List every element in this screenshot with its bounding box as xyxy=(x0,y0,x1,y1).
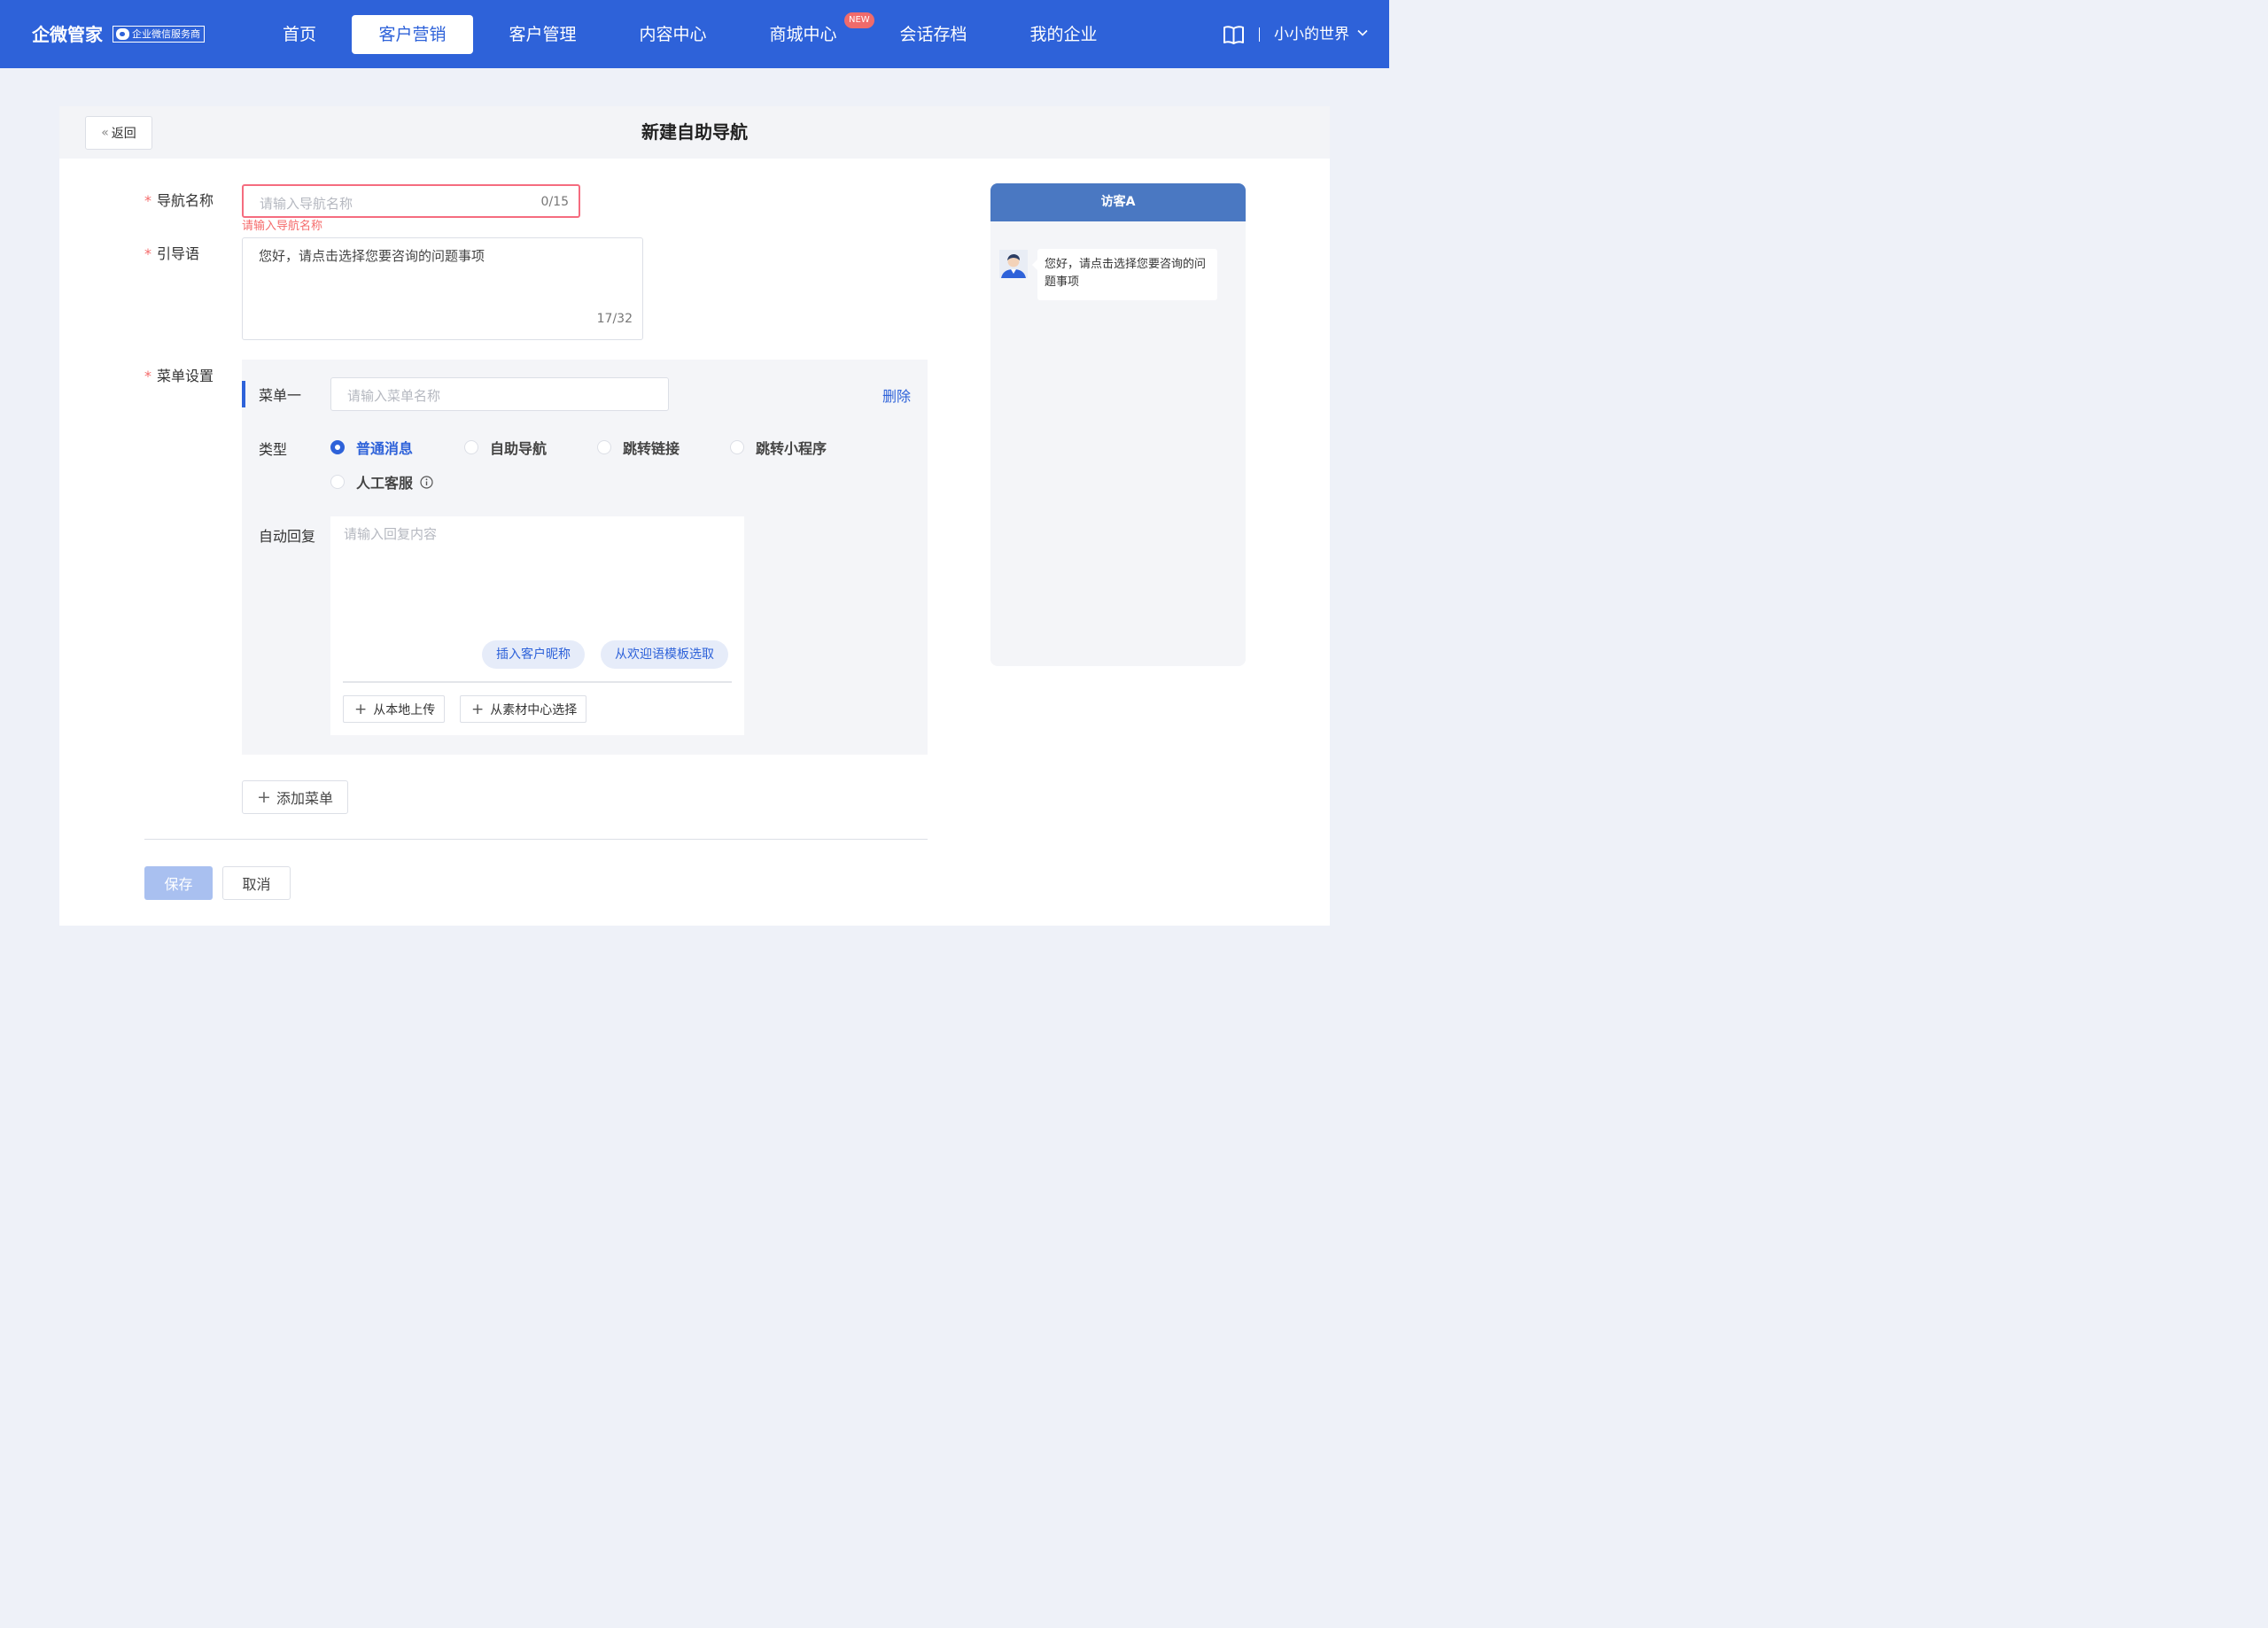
chat-preview: 访客A 您好，请点击选择您要咨询的问题事项 xyxy=(990,183,1246,666)
radio-dot xyxy=(330,440,345,454)
guide-textarea[interactable]: 您好，请点击选择您要咨询的问题事项 17/32 xyxy=(242,237,643,340)
auto-reply-editor[interactable]: 请输入回复内容 插入客户昵称 从欢迎语模板选取 + 从本地上传 + 从素材中心选择 xyxy=(330,516,744,735)
preview-header: 访客A xyxy=(990,183,1246,221)
radio-jump-link[interactable]: 跳转链接 xyxy=(597,437,680,458)
back-button[interactable]: « 返回 xyxy=(85,116,152,150)
nav-item-chat-archive[interactable]: 会话存档 xyxy=(887,15,980,54)
insert-nickname-button[interactable]: 插入客户昵称 xyxy=(482,640,585,669)
radio-dot xyxy=(464,440,478,454)
radio-mini-program[interactable]: 跳转小程序 xyxy=(730,437,827,458)
radio-human-service[interactable]: 人工客服 xyxy=(330,471,433,492)
nav-item-home[interactable]: 首页 xyxy=(263,15,336,54)
back-button-label: 返回 xyxy=(111,127,136,141)
nav-name-error: 请输入导航名称 xyxy=(242,220,323,233)
nav-name-input[interactable]: 请输入导航名称 0/15 xyxy=(242,184,580,218)
radio-dot xyxy=(597,440,611,454)
add-menu-button[interactable]: + 添加菜单 xyxy=(242,780,348,814)
avatar xyxy=(999,250,1028,278)
nav-name-label: * 导航名称 xyxy=(144,192,214,209)
info-icon[interactable] xyxy=(420,475,433,489)
nav-item-content-center[interactable]: 内容中心 xyxy=(626,15,719,54)
nav-item-my-enterprise[interactable]: 我的企业 xyxy=(1017,15,1110,54)
menu-panel: 菜单一 请输入菜单名称 删除 类型 普通消息 自助导航 跳转链接 跳转小程序 人… xyxy=(242,360,928,755)
reply-divider xyxy=(343,681,732,683)
new-badge: NEW xyxy=(844,12,874,28)
cancel-button[interactable]: 取消 xyxy=(222,866,291,900)
service-provider-badge: 企业微信服务商 xyxy=(113,26,205,43)
header-divider xyxy=(1259,27,1260,42)
radio-dot xyxy=(730,440,744,454)
upload-local-button[interactable]: + 从本地上传 xyxy=(343,695,446,723)
nav-item-customer-marketing[interactable]: 客户营销 xyxy=(352,15,473,54)
save-button[interactable]: 保存 xyxy=(144,866,213,900)
type-label: 类型 xyxy=(259,441,288,458)
nav-name-counter: 0/15 xyxy=(540,195,569,209)
user-name[interactable]: 小小的世界 xyxy=(1274,21,1349,48)
radio-self-nav[interactable]: 自助导航 xyxy=(464,437,547,458)
guide-text: 您好，请点击选择您要咨询的问题事项 xyxy=(259,248,485,264)
brand-logo-text[interactable]: 企微管家 xyxy=(32,21,103,48)
menu-name-input[interactable]: 请输入菜单名称 xyxy=(330,377,669,411)
nav-item-mall-center[interactable]: 商城中心 xyxy=(757,15,850,54)
auto-reply-label: 自动回复 xyxy=(259,528,316,545)
footer-divider xyxy=(144,839,928,840)
nav-name-placeholder: 请输入导航名称 xyxy=(260,196,353,212)
double-chevron-left-icon: « xyxy=(101,126,109,140)
guide-label: * 引导语 xyxy=(144,245,200,262)
radio-dot xyxy=(330,475,345,489)
guide-counter: 17/32 xyxy=(596,312,633,326)
chevron-down-icon[interactable] xyxy=(1357,27,1368,38)
reply-placeholder: 请输入回复内容 xyxy=(344,526,438,542)
service-provider-badge-label: 企业微信服务商 xyxy=(132,28,200,40)
chat-icon xyxy=(116,28,129,40)
nav-item-customer-management[interactable]: 客户管理 xyxy=(496,15,589,54)
menu-name-placeholder: 请输入菜单名称 xyxy=(347,388,441,404)
card-header: 新建自助导航 « 返回 xyxy=(59,106,1330,159)
page-title: 新建自助导航 xyxy=(641,121,748,143)
book-icon[interactable] xyxy=(1223,25,1245,44)
plus-icon: + xyxy=(471,700,485,718)
menu-settings-label: * 菜单设置 xyxy=(144,368,214,384)
preview-message: 您好，请点击选择您要咨询的问题事项 xyxy=(1032,249,1217,300)
template-select-button[interactable]: 从欢迎语模板选取 xyxy=(601,640,728,669)
radio-normal-message[interactable]: 普通消息 xyxy=(330,437,413,458)
material-center-button[interactable]: + 从素材中心选择 xyxy=(460,695,587,723)
plus-icon: + xyxy=(354,700,368,718)
plus-icon: + xyxy=(257,787,271,807)
top-nav-bar: 企微管家 企业微信服务商 首页 客户营销 客户管理 内容中心 商城中心 NEW … xyxy=(0,0,1389,68)
delete-menu-link[interactable]: 删除 xyxy=(882,384,911,406)
menu-title: 菜单一 xyxy=(259,387,302,404)
menu-accent-bar xyxy=(242,381,245,407)
